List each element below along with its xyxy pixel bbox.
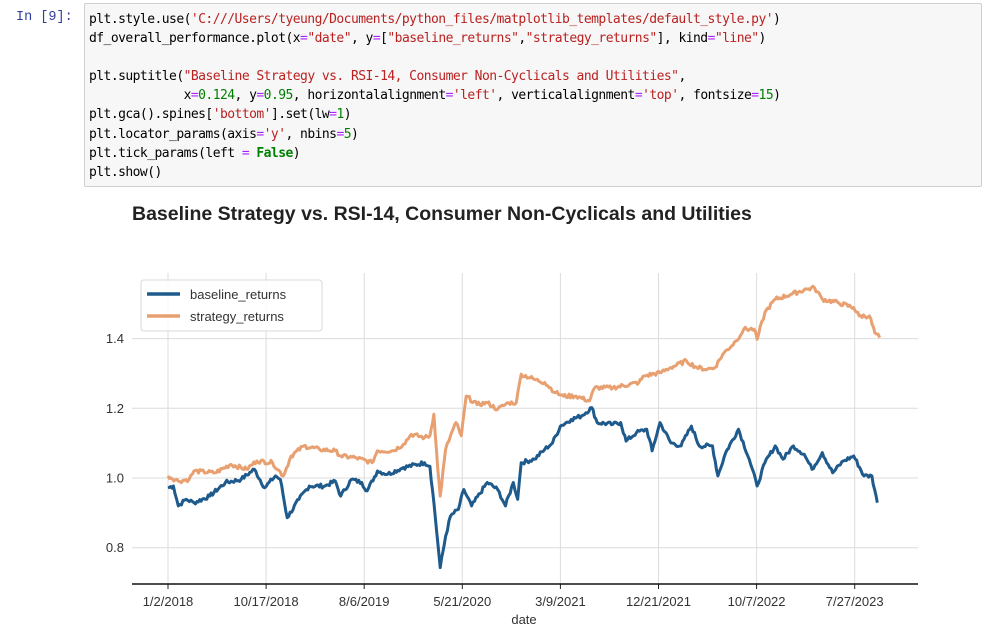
x-tick-label: 3/9/2021 xyxy=(535,594,586,609)
x-tick-label: 10/17/2018 xyxy=(234,594,299,609)
x-tick-label: 7/27/2023 xyxy=(826,594,884,609)
y-tick-label: 1.2 xyxy=(106,401,124,416)
legend-label: strategy_returns xyxy=(190,309,284,324)
x-tick-label: 5/21/2020 xyxy=(433,594,491,609)
series-line-baseline_returns xyxy=(167,406,879,570)
x-tick-label: 10/7/2022 xyxy=(728,594,786,609)
y-tick-label: 1.0 xyxy=(106,471,124,486)
x-tick-label: 8/6/2019 xyxy=(339,594,390,609)
y-tick-label: 0.8 xyxy=(106,540,124,555)
legend-label: baseline_returns xyxy=(190,287,287,302)
y-tick-label: 1.4 xyxy=(106,331,124,346)
x-tick-label: 12/21/2021 xyxy=(626,594,691,609)
x-tick-label: 1/2/2018 xyxy=(143,594,194,609)
line-chart: 1/2/2018 10/17/2018 8/6/2019 5/21/2020 3/9/2… xyxy=(106,273,918,627)
x-axis-label: date xyxy=(511,612,536,627)
